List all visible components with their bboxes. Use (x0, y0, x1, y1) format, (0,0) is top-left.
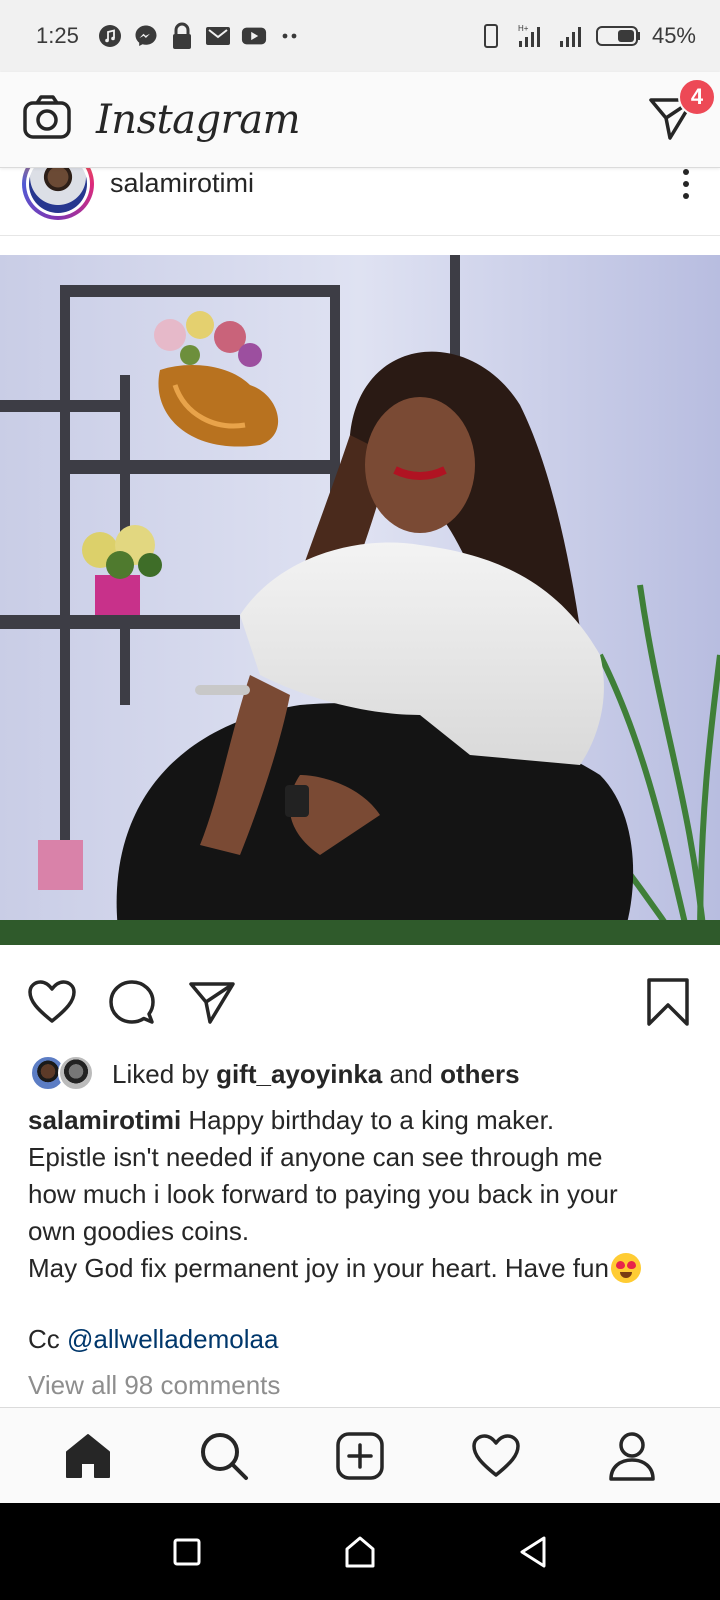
liker-avatar (58, 1055, 94, 1091)
signal-icon: H+ (516, 23, 546, 49)
view-comments-link[interactable]: View all 98 comments (28, 1370, 280, 1401)
home-circle-icon[interactable] (330, 1522, 390, 1582)
signal-icon (558, 23, 584, 49)
more-dots-icon (277, 23, 303, 49)
back-triangle-icon[interactable] (503, 1522, 563, 1582)
instagram-logo: Instagram (96, 96, 301, 143)
caption-username[interactable]: salamirotimi (28, 1105, 181, 1135)
post-photo[interactable] (0, 255, 720, 945)
likes-user[interactable]: gift_ayoyinka (216, 1059, 382, 1090)
status-bar: 1:25 H+ 45% (0, 0, 720, 72)
status-time: 1:25 (36, 23, 79, 48)
camera-icon[interactable] (22, 94, 72, 145)
battery-percent: 45% (651, 23, 696, 48)
lock-icon (169, 22, 195, 49)
status-left: 1:25 (36, 22, 303, 49)
heart-eyes-emoji-icon (610, 1253, 641, 1283)
share-icon[interactable] (186, 976, 238, 1028)
dm-badge: 4 (678, 77, 716, 116)
direct-message-button[interactable]: 4 (648, 77, 716, 146)
post-caption: salamirotimi Happy birthday to a king ma… (28, 1102, 698, 1287)
network-type-label: H+ (518, 24, 529, 33)
post-photo-illustration (0, 255, 720, 945)
app-header: Instagram 4 (0, 72, 720, 168)
post-actions (0, 970, 720, 1034)
post-header: salamirotimi (0, 147, 720, 236)
youtube-icon (241, 23, 267, 49)
status-right: H+ 45% (478, 23, 696, 49)
bottom-nav (0, 1407, 720, 1503)
caption-line3: how much i look forward to paying you ba… (28, 1179, 618, 1209)
heart-icon[interactable] (26, 976, 78, 1028)
recents-square-icon[interactable] (157, 1522, 217, 1582)
direct-message-icon (648, 97, 696, 146)
music-icon (97, 23, 123, 49)
post-username[interactable]: salamirotimi (110, 168, 254, 199)
messenger-icon (133, 23, 159, 49)
search-icon[interactable] (194, 1426, 254, 1486)
mention-link[interactable]: @allwellademolaa (67, 1324, 278, 1354)
likes-row[interactable]: Liked by gift_ayoyinka and others (30, 1052, 520, 1096)
liker-avatars (30, 1055, 98, 1093)
profile-icon[interactable] (602, 1426, 662, 1486)
phone-icon (478, 23, 504, 49)
bookmark-icon[interactable] (642, 976, 694, 1028)
caption-line1: Happy birthday to a king maker. (188, 1105, 555, 1135)
cc-line: Cc @allwellademolaa (28, 1324, 278, 1355)
system-nav-bar (0, 1503, 720, 1600)
cc-prefix: Cc (28, 1324, 60, 1354)
caption-line4: own goodies coins. (28, 1216, 250, 1246)
caption-line5: May God fix permanent joy in your heart.… (28, 1253, 609, 1283)
more-options-icon[interactable] (674, 168, 698, 199)
likes-middle: and (389, 1058, 433, 1089)
comment-icon[interactable] (106, 976, 158, 1028)
add-post-icon[interactable] (330, 1426, 390, 1486)
gmail-icon (205, 23, 231, 49)
caption-line2: Epistle isn't needed if anyone can see t… (28, 1142, 603, 1172)
battery-icon (595, 23, 640, 49)
home-icon[interactable] (58, 1426, 118, 1486)
likes-prefix: Liked by (112, 1058, 209, 1089)
activity-heart-icon[interactable] (466, 1426, 526, 1486)
likes-others[interactable]: others (440, 1059, 519, 1090)
